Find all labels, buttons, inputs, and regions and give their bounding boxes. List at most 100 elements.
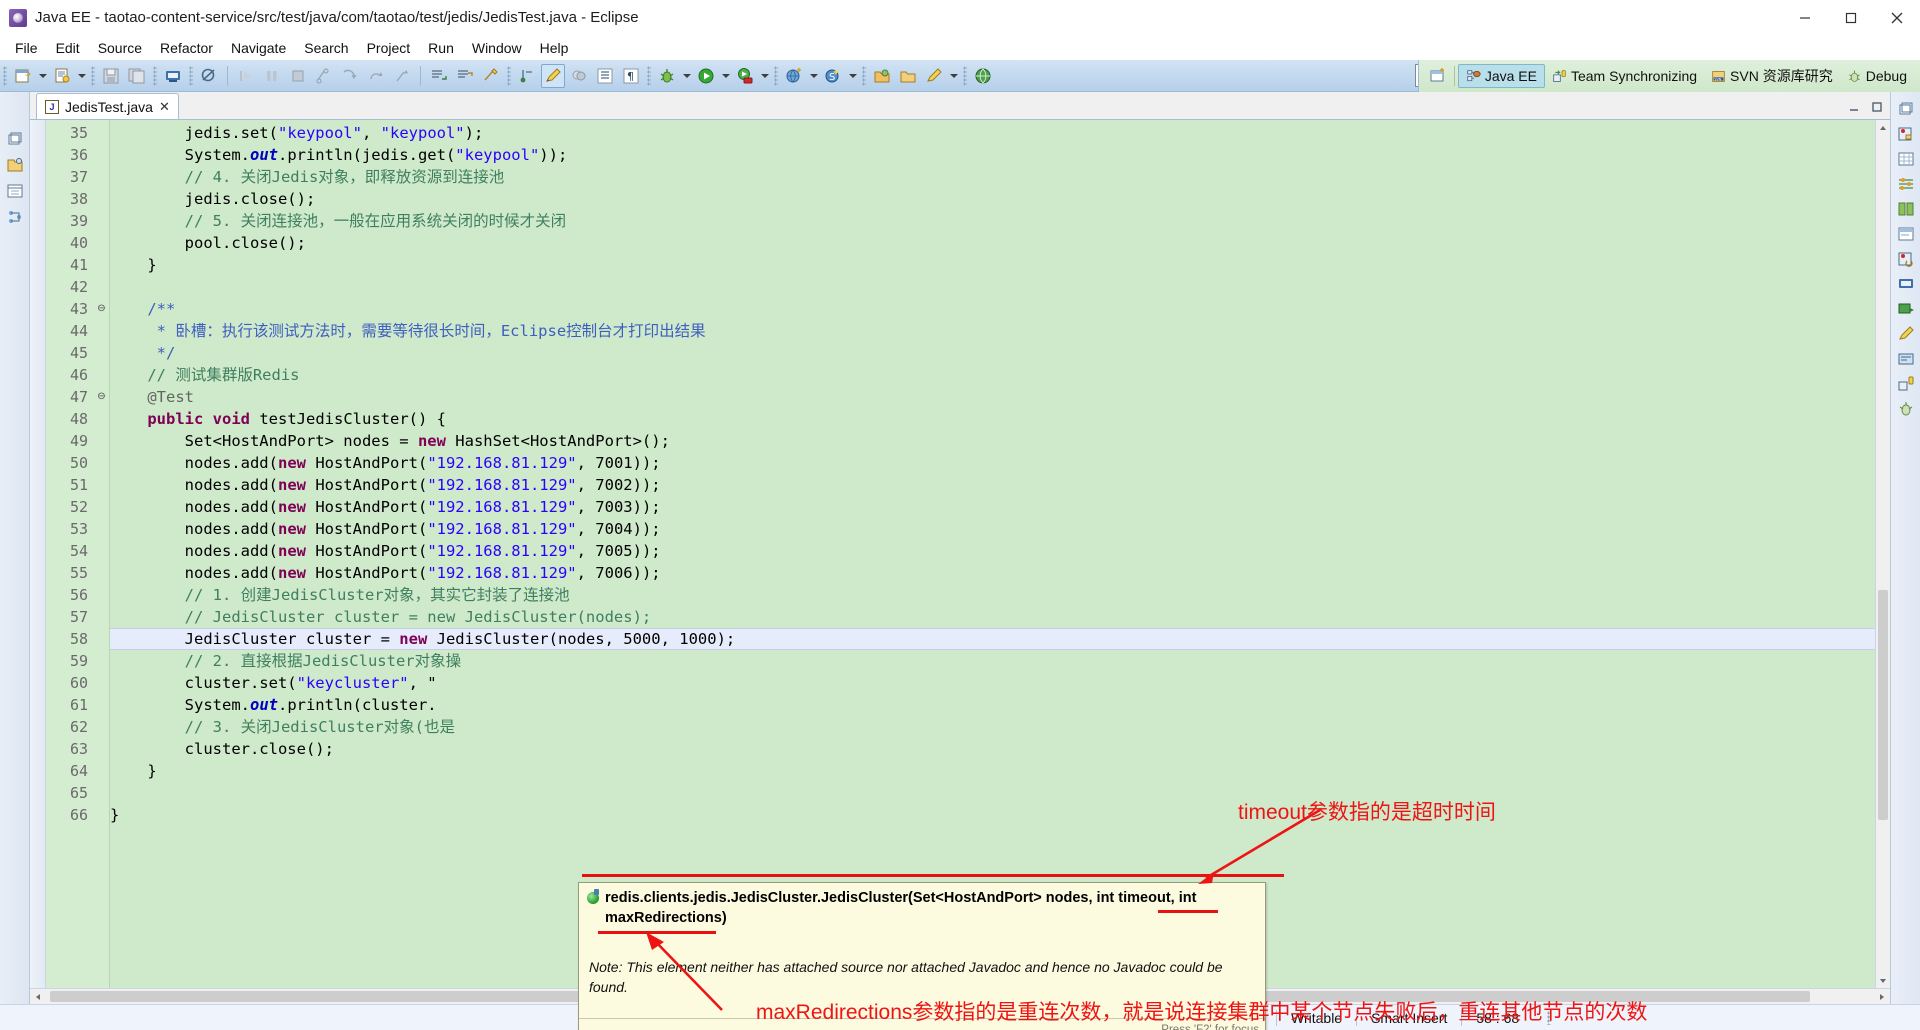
toolbar-grip-3[interactable] [153, 65, 157, 86]
new-java-class-icon[interactable] [50, 64, 74, 88]
code-line[interactable]: // 3. 关闭JedisCluster对象(也是 [110, 716, 1875, 738]
scroll-right-arrow[interactable] [1874, 989, 1890, 1004]
code-line[interactable]: System.out.println(jedis.get("keypool"))… [110, 144, 1875, 166]
code-line[interactable]: public void testJedisCluster() { [110, 408, 1875, 430]
code-line[interactable]: nodes.add(new HostAndPort("192.168.81.12… [110, 452, 1875, 474]
save-all-icon[interactable] [125, 64, 149, 88]
toolbar-grip-6[interactable] [647, 65, 651, 86]
editor-vertical-scrollbar[interactable] [1875, 120, 1890, 988]
menu-run[interactable]: Run [419, 38, 463, 58]
code-line[interactable]: jedis.close(); [110, 188, 1875, 210]
code-line[interactable]: JedisCluster cluster = new JedisCluster(… [110, 628, 1875, 650]
annotate-dropdown-icon[interactable] [947, 64, 960, 88]
open-perspective-icon[interactable] [1425, 64, 1451, 88]
fold-marker[interactable] [94, 188, 109, 210]
code-line[interactable]: nodes.add(new HostAndPort("192.168.81.12… [110, 474, 1875, 496]
toolbar-grip-7[interactable] [774, 65, 778, 86]
perspective-debug[interactable]: Debug [1840, 64, 1914, 88]
properties-icon[interactable] [1897, 175, 1915, 193]
code-line[interactable]: nodes.add(new HostAndPort("192.168.81.12… [110, 562, 1875, 584]
toolbar-grip-8[interactable] [862, 65, 866, 86]
pencil-highlight-icon[interactable] [541, 63, 565, 88]
scroll-up-arrow[interactable] [1876, 120, 1890, 135]
new-java-class-dropdown-icon[interactable] [75, 64, 88, 88]
fold-marker[interactable] [94, 166, 109, 188]
fold-marker[interactable] [94, 584, 109, 606]
globe-icon[interactable] [971, 64, 995, 88]
svn-commit-icon[interactable]: S [821, 64, 845, 88]
folding-ruler[interactable]: ⊖ ⊖ [94, 120, 110, 988]
code-line[interactable]: @Test [110, 386, 1875, 408]
palette-icon[interactable] [1897, 225, 1915, 243]
fold-marker[interactable] [94, 518, 109, 540]
code-line[interactable]: Set<HostAndPort> nodes = new HashSet<Hos… [110, 430, 1875, 452]
previous-annotation-icon[interactable] [453, 64, 477, 88]
save-icon[interactable] [99, 64, 123, 88]
code-line[interactable]: } [110, 760, 1875, 782]
toolbar-grip-9[interactable] [963, 65, 967, 86]
print-icon[interactable] [161, 64, 185, 88]
open-task-folder-icon[interactable] [896, 64, 920, 88]
fold-marker[interactable] [94, 430, 109, 452]
fold-marker[interactable] [94, 562, 109, 584]
external-tools-dropdown-icon[interactable] [758, 64, 771, 88]
svn-dropdown-icon[interactable] [846, 64, 859, 88]
fold-marker[interactable] [94, 276, 109, 298]
fold-marker[interactable] [94, 452, 109, 474]
code-line[interactable]: } [110, 804, 1875, 826]
code-line[interactable]: /** [110, 298, 1875, 320]
annotate-icon[interactable] [922, 64, 946, 88]
snippets-icon[interactable] [1897, 200, 1915, 218]
project-explorer-icon[interactable] [6, 182, 24, 200]
code-line[interactable]: System.out.println(cluster. [110, 694, 1875, 716]
minimize-button[interactable] [1782, 0, 1828, 36]
menu-source[interactable]: Source [89, 38, 151, 58]
menu-navigate[interactable]: Navigate [222, 38, 295, 58]
resume-icon[interactable] [234, 64, 258, 88]
code-editor[interactable]: 35 36 37 38 39 40 41 42 43 44 45 46 47 48 49 50 51 52 53 54… [30, 120, 1890, 1030]
next-annotation-icon[interactable] [427, 64, 451, 88]
new-wizard-icon[interactable] [11, 64, 35, 88]
fold-marker[interactable] [94, 804, 109, 826]
mark-occurrences-icon[interactable] [567, 64, 591, 88]
restore-right-icon[interactable] [1897, 100, 1915, 118]
code-line[interactable]: nodes.add(new HostAndPort("192.168.81.12… [110, 540, 1875, 562]
code-line[interactable]: cluster.close(); [110, 738, 1875, 760]
code-line[interactable]: // 4. 关闭Jedis对象，即释放资源到连接池 [110, 166, 1875, 188]
fold-marker[interactable] [94, 782, 109, 804]
code-line[interactable]: jedis.set("keypool", "keypool"); [110, 122, 1875, 144]
code-line[interactable] [110, 782, 1875, 804]
fold-marker[interactable] [94, 144, 109, 166]
fold-marker[interactable] [94, 760, 109, 782]
fold-marker[interactable] [94, 496, 109, 518]
toolbar-grip-4[interactable] [189, 65, 193, 86]
outline-icon[interactable] [593, 64, 617, 88]
code-line[interactable]: nodes.add(new HostAndPort("192.168.81.12… [110, 496, 1875, 518]
annotation-ruler[interactable] [30, 120, 46, 988]
skip-breakpoints-icon[interactable] [197, 64, 221, 88]
tab-close-icon[interactable]: ✕ [159, 99, 170, 115]
fold-marker[interactable] [94, 364, 109, 386]
code-line[interactable]: // 2. 直接根据JedisCluster对象操 [110, 650, 1875, 672]
code-line[interactable]: nodes.add(new HostAndPort("192.168.81.12… [110, 518, 1875, 540]
tab-jedistest-java[interactable]: J JedisTest.java ✕ [36, 93, 179, 119]
code-line[interactable]: // JedisCluster cluster = new JedisClust… [110, 606, 1875, 628]
toolbar-grip[interactable] [3, 65, 7, 86]
new-server-icon[interactable] [782, 64, 806, 88]
restore-icon[interactable] [6, 130, 24, 148]
scroll-left-arrow[interactable] [30, 989, 46, 1004]
fold-marker[interactable] [94, 320, 109, 342]
code-line[interactable]: // 测试集群版Redis [110, 364, 1875, 386]
fold-marker[interactable] [94, 628, 109, 650]
last-edit-location-icon[interactable] [479, 64, 503, 88]
fold-marker[interactable] [94, 210, 109, 232]
perspective-svn[interactable]: SVN SVN 资源库研究 [1704, 64, 1840, 88]
code-line[interactable]: cluster.set("keycluster", " [110, 672, 1875, 694]
vertical-scroll-thumb[interactable] [1878, 590, 1888, 820]
fold-marker[interactable] [94, 694, 109, 716]
servers-view-icon[interactable] [1897, 125, 1915, 143]
fold-marker[interactable] [94, 232, 109, 254]
menu-help[interactable]: Help [531, 38, 578, 58]
fold-marker[interactable] [94, 122, 109, 144]
fold-marker[interactable] [94, 540, 109, 562]
